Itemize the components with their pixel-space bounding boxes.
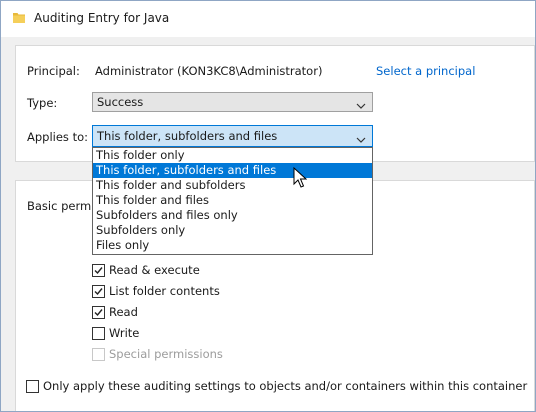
checkbox-label: List folder contents: [109, 284, 220, 298]
dropdown-option[interactable]: Files only: [93, 238, 372, 253]
basic-permissions-heading: Basic permis: [27, 199, 101, 213]
applies-to-label: Applies to:: [27, 130, 88, 144]
auditing-entry-dialog: Auditing Entry for Java Principal: Admin…: [0, 0, 536, 412]
checkbox[interactable]: [92, 285, 105, 298]
applies-to-value: This folder, subfolders and files: [97, 129, 278, 143]
select-principal-link[interactable]: Select a principal: [376, 64, 475, 78]
checkbox-label: Write: [109, 326, 140, 340]
checkbox[interactable]: [92, 264, 105, 277]
checkbox[interactable]: [92, 306, 105, 319]
applies-to-dropdown-list: This folder only This folder, subfolders…: [92, 147, 373, 255]
checkbox-disabled: [92, 348, 105, 361]
type-label: Type:: [27, 96, 58, 110]
checkbox-label: Special permissions: [109, 347, 223, 361]
chevron-down-icon: [356, 99, 366, 109]
checkbox[interactable]: [26, 380, 39, 393]
dropdown-option[interactable]: Subfolders only: [93, 223, 372, 238]
checkbox-label: Read: [109, 305, 138, 319]
mouse-pointer-icon: [293, 166, 308, 189]
checkbox-label: Only apply these auditing settings to ob…: [43, 379, 528, 393]
title-bar: Auditing Entry for Java: [1, 1, 535, 37]
dropdown-option[interactable]: This folder only: [93, 148, 372, 163]
checkbox[interactable]: [92, 327, 105, 340]
principal-value: Administrator (KON3KC8\Administrator): [95, 64, 323, 78]
principal-label: Principal:: [27, 64, 80, 78]
checkbox-label: Read & execute: [109, 263, 200, 277]
dropdown-option[interactable]: This folder and files: [93, 193, 372, 208]
dropdown-option[interactable]: Subfolders and files only: [93, 208, 372, 223]
window-title: Auditing Entry for Java: [34, 11, 170, 25]
chevron-down-icon: [356, 133, 366, 143]
dropdown-option[interactable]: This folder and subfolders: [93, 178, 372, 193]
dropdown-option-selected[interactable]: This folder, subfolders and files: [93, 163, 372, 178]
folder-icon: [13, 12, 25, 23]
type-combo[interactable]: Success: [92, 92, 373, 112]
applies-to-combo[interactable]: This folder, subfolders and files: [92, 125, 373, 147]
type-value: Success: [97, 95, 144, 109]
